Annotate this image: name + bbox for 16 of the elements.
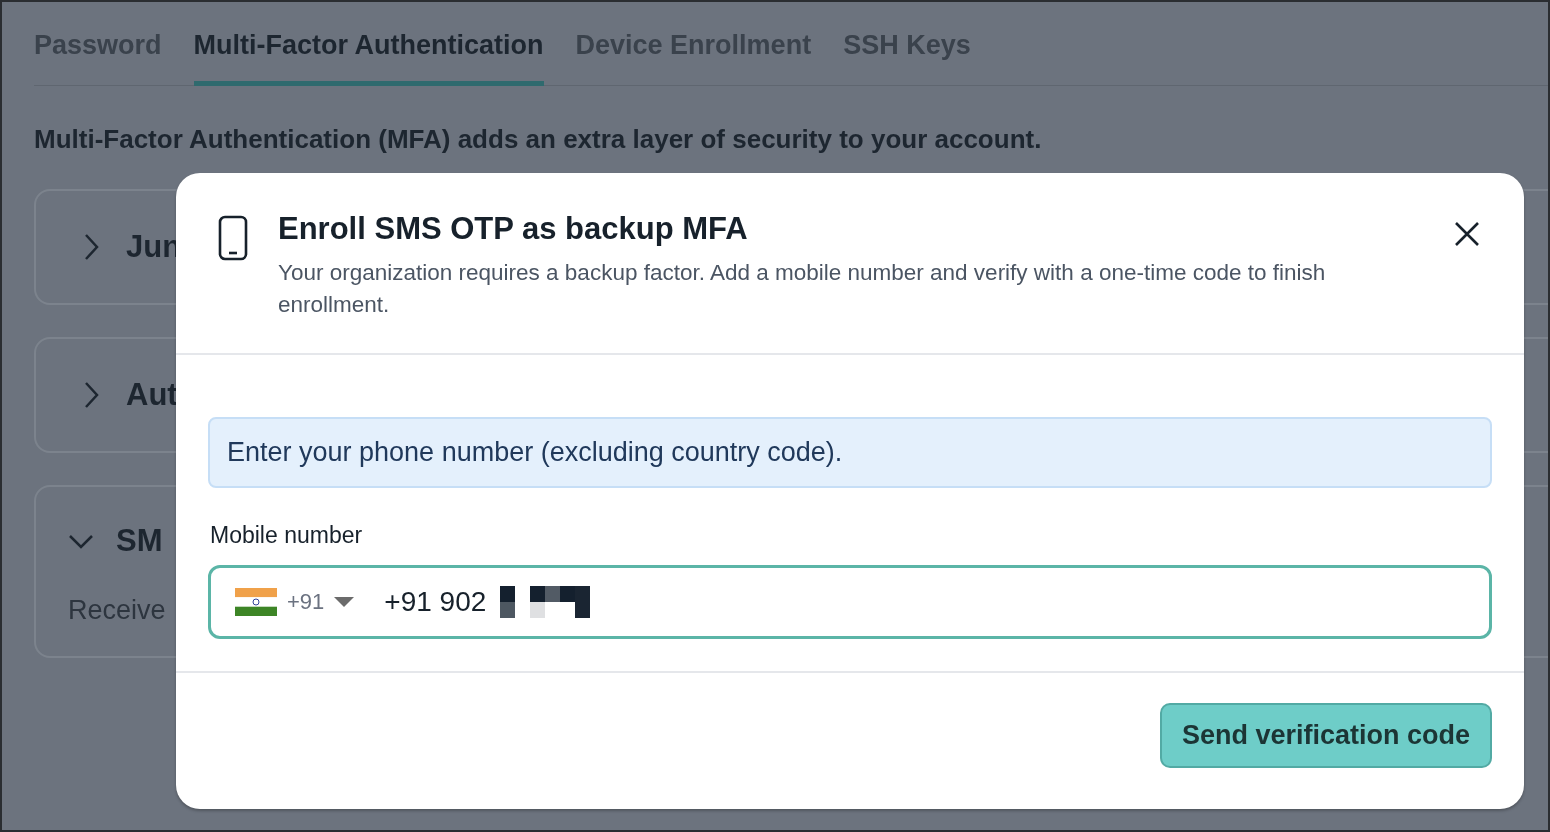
phone-icon [218,215,248,261]
flag-icon [235,588,277,616]
phone-input-field[interactable]: +91 +91 902 [208,565,1492,639]
info-notice: Enter your phone number (excluding country code). [208,417,1492,488]
dialog-title: Enroll SMS OTP as backup MFA [278,211,749,247]
section-title[interactable]: Aut [126,377,178,413]
section-title[interactable]: SM [116,523,163,559]
close-button[interactable] [1454,221,1480,247]
caret-icon [334,597,355,607]
dialog-description: Your organization requires a backup factor. Add a mobile number and verify with a one-time code to finish enrollment. [278,259,1327,319]
section-text: Receive [68,595,166,626]
send-code-button[interactable]: Send verification code [1159,703,1492,768]
field-label: Mobile number [210,522,364,549]
tab[interactable]: Multi-Factor Authentication [193,30,544,86]
intro-text: Multi-Factor Authentication (MFA) adds an extra layer of security to your account. [34,124,1043,155]
country-code-dropdown[interactable]: +91 [235,588,355,616]
